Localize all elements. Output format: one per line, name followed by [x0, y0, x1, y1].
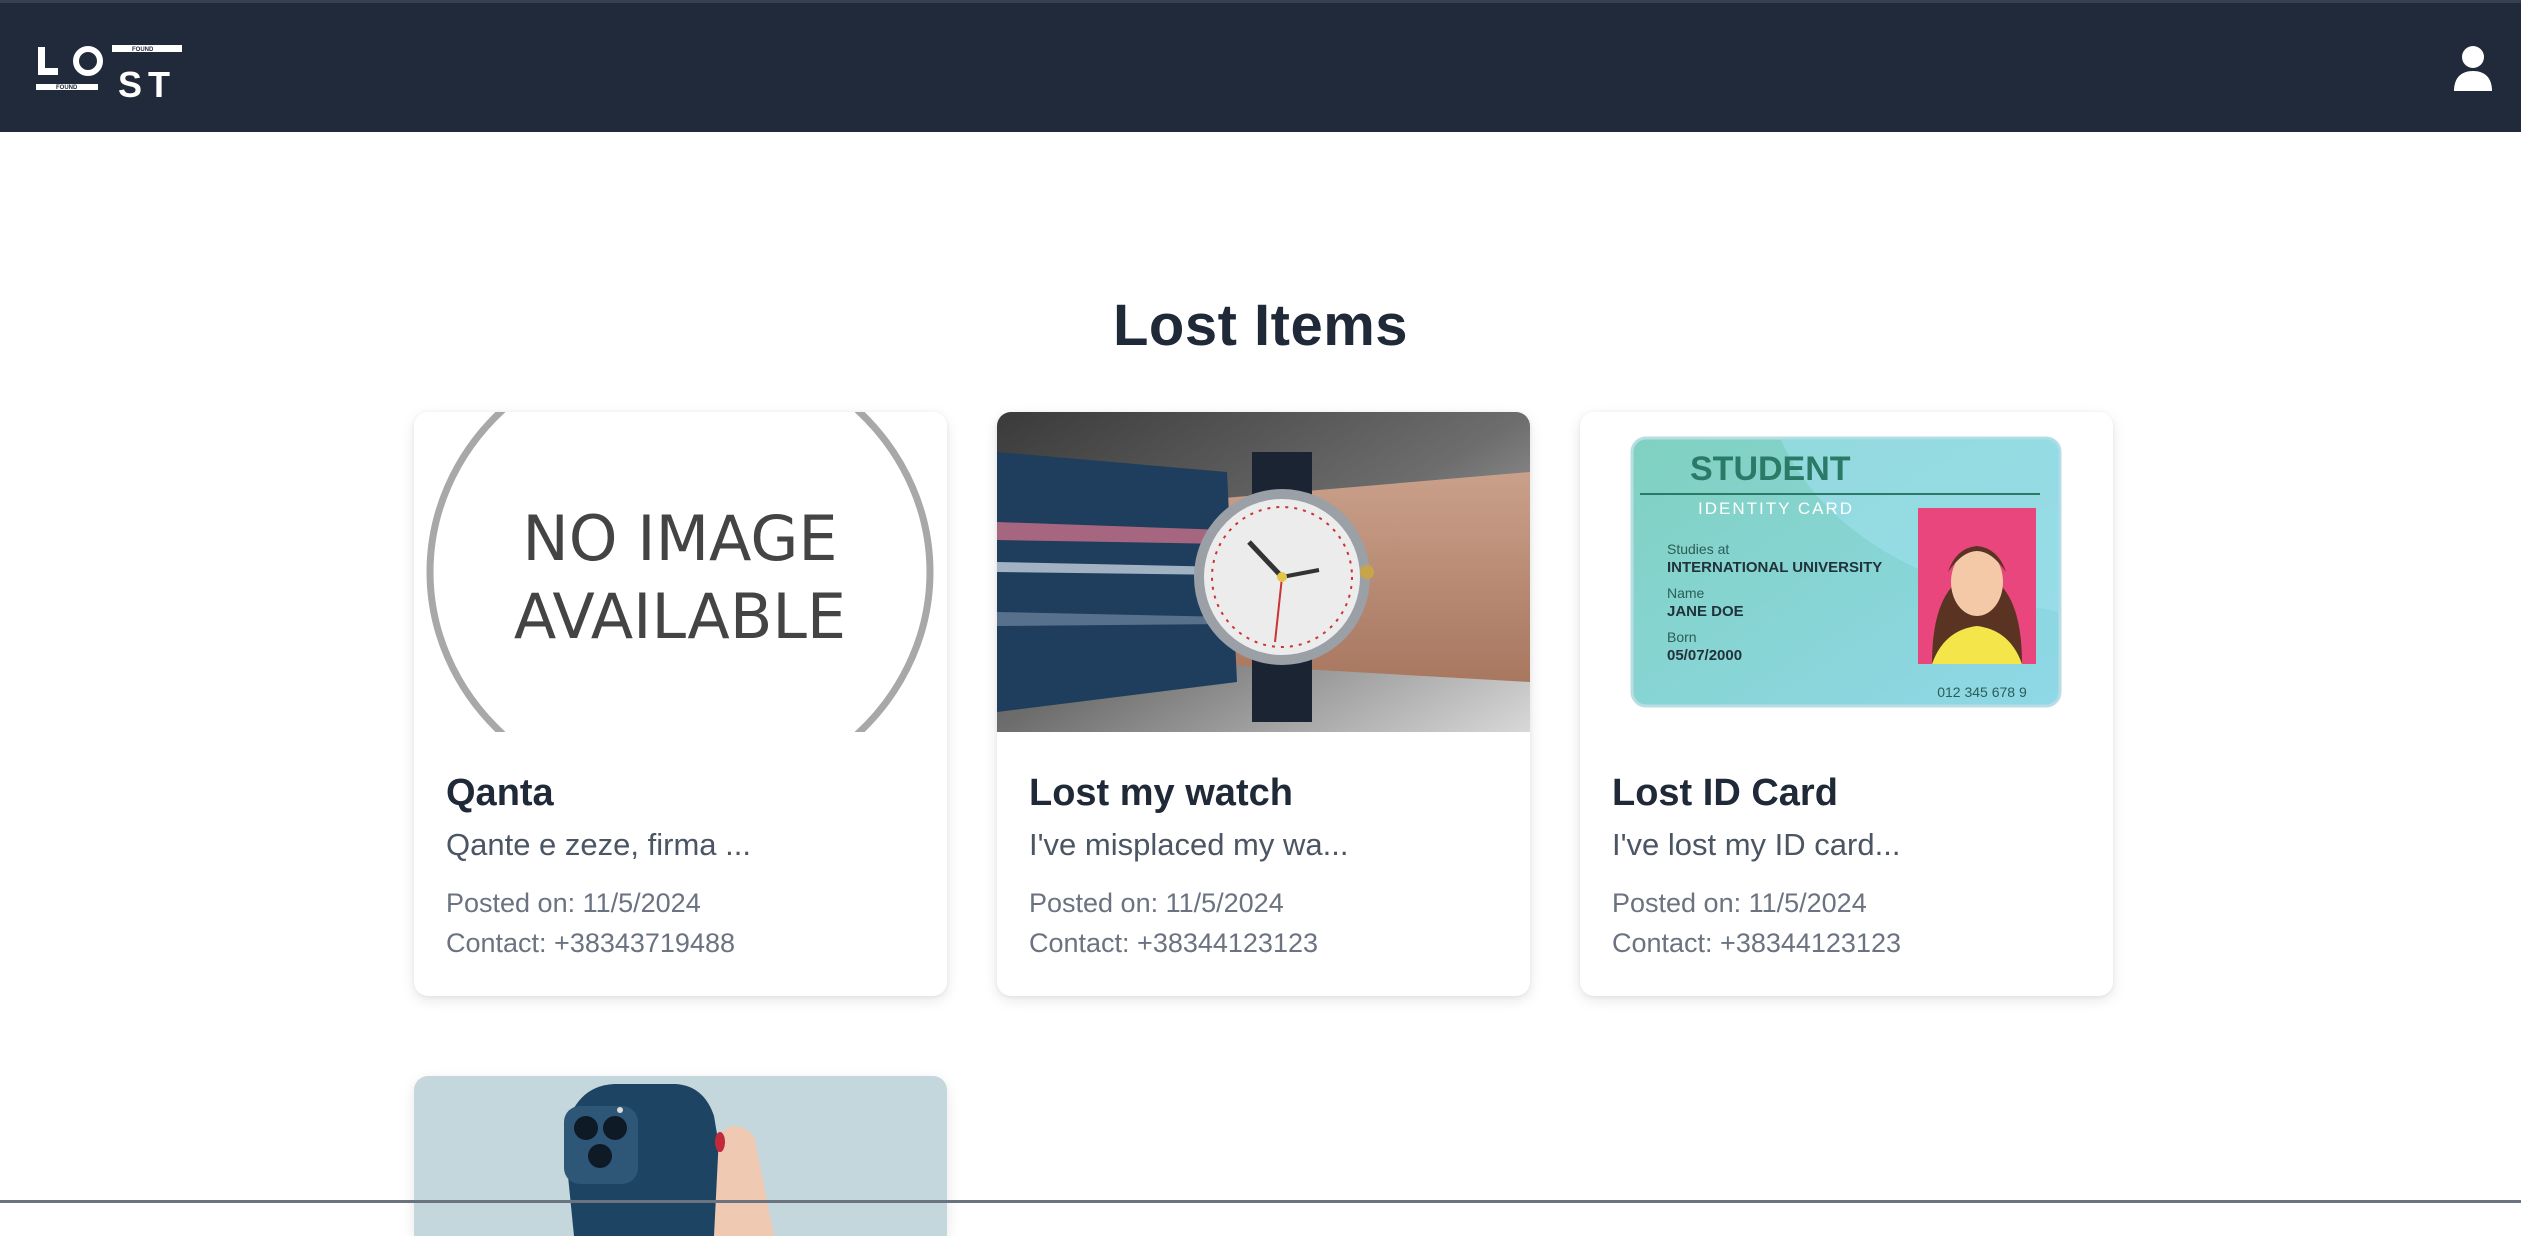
phone-photo — [414, 1076, 947, 1236]
item-title: Lost ID Card — [1612, 772, 1838, 814]
item-description: I've lost my ID card... — [1612, 827, 1901, 862]
lost-found-logo[interactable]: FOUND FOUND S T — [36, 41, 184, 103]
item-contact: Contact: +38343719488 — [446, 928, 735, 958]
item-card-qanta[interactable]: NO IMAGE AVAILABLE Qanta Qante e zeze, f… — [414, 412, 947, 996]
navbar: FOUND FOUND S T — [0, 0, 2521, 132]
item-title: Qanta — [446, 772, 554, 814]
item-posted-date: Posted on: 11/5/2024 — [1029, 888, 1284, 918]
id-card-heading: STUDENT — [1690, 450, 1851, 488]
item-card-watch[interactable]: Lost my watch I've misplaced my wa... Po… — [997, 412, 1530, 996]
logo-found-text-bottom: FOUND — [56, 85, 78, 91]
item-card-id-card[interactable]: STUDENT IDENTITY CARD Studies at INTERNA… — [1580, 412, 2113, 996]
svg-text:S: S — [118, 64, 142, 103]
no-image-placeholder: NO IMAGE AVAILABLE — [414, 412, 947, 732]
item-card-phone[interactable] — [414, 1076, 947, 1236]
id-card-born-label: Born — [1667, 629, 1697, 645]
watch-photo — [997, 412, 1530, 732]
logo-found-text-top: FOUND — [132, 47, 154, 53]
item-description: I've misplaced my wa... — [1029, 827, 1349, 862]
item-posted-date: Posted on: 11/5/2024 — [1612, 888, 1867, 918]
item-contact: Contact: +38344123123 — [1612, 928, 1901, 958]
item-posted-date: Posted on: 11/5/2024 — [446, 888, 701, 918]
id-card-born-value: 05/07/2000 — [1667, 647, 1742, 664]
page-title: Lost Items — [1112, 293, 1409, 358]
id-card-studies-value: INTERNATIONAL UNIVERSITY — [1667, 559, 1882, 576]
id-card-subheading: IDENTITY CARD — [1698, 499, 1854, 518]
user-icon[interactable] — [2452, 45, 2494, 93]
item-contact: Contact: +38344123123 — [1029, 928, 1318, 958]
id-card-name-label: Name — [1667, 585, 1705, 601]
svg-text:T: T — [148, 64, 170, 103]
item-title: Lost my watch — [1029, 772, 1293, 814]
id-card-name-value: JANE DOE — [1667, 603, 1744, 620]
no-image-text-line2: AVAILABLE — [514, 580, 846, 653]
no-image-text-line1: NO IMAGE — [522, 502, 837, 575]
item-description: Qante e zeze, firma ... — [446, 827, 751, 862]
id-card-photo: STUDENT IDENTITY CARD Studies at INTERNA… — [1580, 412, 2113, 732]
id-card-number: 012 345 678 9 — [1937, 684, 2027, 700]
id-card-studies-label: Studies at — [1667, 541, 1729, 557]
